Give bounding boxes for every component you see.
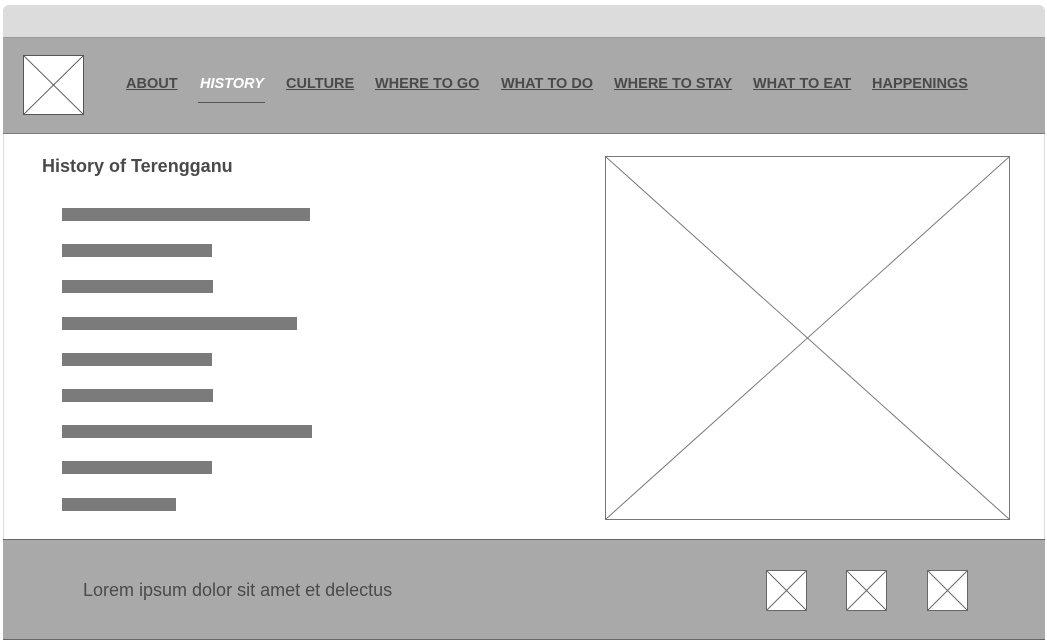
footer-text: Lorem ipsum dolor sit amet et delectus bbox=[83, 580, 393, 600]
site-header: ABOUT HISTORY CULTURE WHERE TO GO WHAT T… bbox=[3, 37, 1045, 134]
nav-item-culture[interactable]: CULTURE bbox=[286, 76, 354, 92]
main-content: History of Terengganu bbox=[3, 134, 1045, 539]
text-placeholder-line bbox=[62, 280, 213, 293]
nav-item-where-to-stay[interactable]: WHERE TO STAY bbox=[614, 76, 732, 92]
text-placeholder-line bbox=[62, 425, 312, 438]
text-placeholder-line bbox=[62, 208, 310, 221]
social-link-2-image-placeholder-icon[interactable] bbox=[846, 570, 887, 611]
social-link-1-image-placeholder-icon[interactable] bbox=[766, 570, 807, 611]
nav-item-history[interactable]: HISTORY bbox=[200, 76, 264, 92]
text-placeholder-line bbox=[62, 389, 213, 402]
hero-image-placeholder-icon bbox=[605, 156, 1010, 520]
browser-top-bar bbox=[3, 5, 1045, 37]
text-placeholder-line bbox=[62, 317, 297, 330]
nav-item-happenings[interactable]: HAPPENINGS bbox=[872, 76, 968, 92]
logo-image-placeholder-icon[interactable] bbox=[23, 55, 84, 115]
nav-item-about[interactable]: ABOUT bbox=[126, 76, 178, 92]
nav-item-where-to-go[interactable]: WHERE TO GO bbox=[375, 76, 479, 92]
text-placeholder-line bbox=[62, 498, 176, 511]
social-link-3-image-placeholder-icon[interactable] bbox=[927, 570, 968, 611]
site-footer: Lorem ipsum dolor sit amet et delectus bbox=[3, 539, 1045, 640]
text-placeholder-line bbox=[62, 353, 212, 366]
page-title: History of Terengganu bbox=[42, 156, 233, 176]
text-placeholder-line bbox=[62, 461, 212, 474]
active-nav-indicator bbox=[198, 102, 265, 103]
nav-item-what-to-eat[interactable]: WHAT TO EAT bbox=[753, 76, 851, 92]
nav-item-what-to-do[interactable]: WHAT TO DO bbox=[501, 76, 593, 92]
text-placeholder-line bbox=[62, 244, 212, 257]
